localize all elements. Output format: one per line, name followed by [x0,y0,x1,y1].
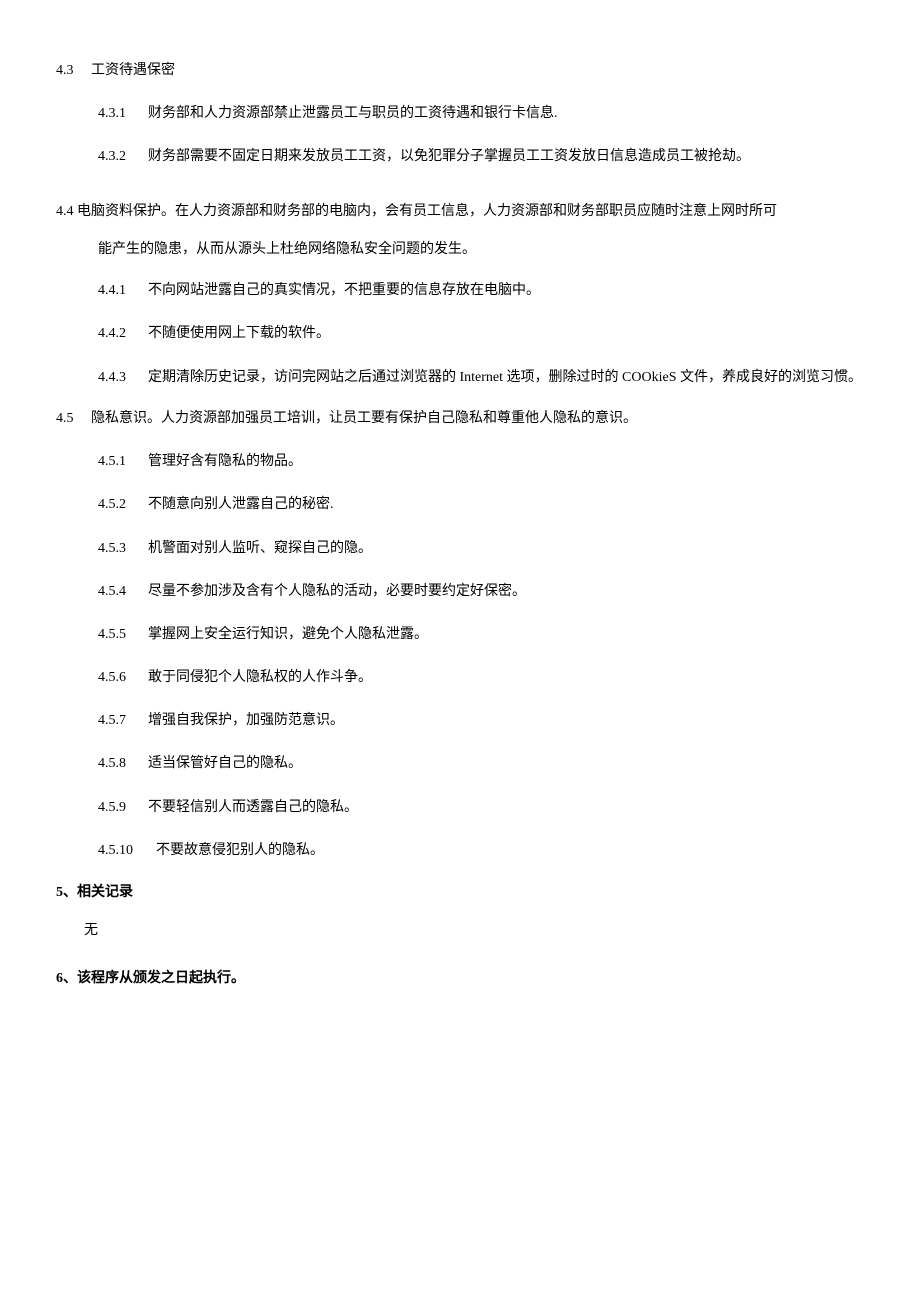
item-text: 不要故意侵犯别人的隐私。 [156,838,864,863]
item-text: 财务部和人力资源部禁止泄露员工与职员的工资待遇和银行卡信息. [148,101,864,126]
item-text: 掌握网上安全运行知识，避免个人隐私泄露。 [148,622,864,647]
item-number: 4.5.2 [98,492,148,517]
section-text-a: 电脑资料保护。在人力资源部和财务部的电脑内，会有员工信息，人力资源部和财务部职员… [77,204,777,219]
item-number: 4.5.4 [98,579,148,604]
section-4-4-line1: 4.4 电脑资料保护。在人力资源部和财务部的电脑内，会有员工信息，人力资源部和财… [56,198,864,226]
item-number: 4.3.2 [98,144,148,169]
item-4-5-5: 4.5.5 掌握网上安全运行知识，避免个人隐私泄露。 [56,622,864,647]
item-text: 适当保管好自己的隐私。 [148,751,864,776]
item-number: 4.4.3 [98,364,148,392]
item-number: 4.5.3 [98,536,148,561]
section-number: 4.4 [56,204,74,219]
item-4-4-3: 4.4.3 定期清除历史记录，访问完网站之后通过浏览器的 Internet 选项… [56,364,864,392]
item-text: 不向网站泄露自己的真实情况，不把重要的信息存放在电脑中。 [148,278,864,303]
section-number: 4.3 [56,63,74,78]
item-4-5-3: 4.5.3 机警面对别人监听、窥探自己的隐。 [56,536,864,561]
item-4-5-10: 4.5.10 不要故意侵犯别人的隐私。 [56,838,864,863]
item-4-5-8: 4.5.8 适当保管好自己的隐私。 [56,751,864,776]
section-title: 工资待遇保密 [91,63,175,78]
item-4-4-2: 4.4.2 不随便使用网上下载的软件。 [56,321,864,346]
section-title: 隐私意识。人力资源部加强员工培训，让员工要有保护自己隐私和尊重他人隐私的意识。 [91,411,637,426]
item-4-5-9: 4.5.9 不要轻信别人而透露自己的隐私。 [56,795,864,820]
section-4-5-heading: 4.5 隐私意识。人力资源部加强员工培训，让员工要有保护自己隐私和尊重他人隐私的… [56,406,864,431]
item-number: 4.3.1 [98,101,148,126]
section-4-4-line2: 能产生的隐患，从而从源头上杜绝网络隐私安全问题的发生。 [56,236,864,264]
item-text: 不要轻信别人而透露自己的隐私。 [148,795,864,820]
item-text: 敢于同侵犯个人隐私权的人作斗争。 [148,665,864,690]
item-text: 管理好含有隐私的物品。 [148,449,864,474]
section-6-heading: 6、该程序从颁发之日起执行。 [56,967,864,987]
item-4-3-2: 4.3.2 财务部需要不固定日期来发放员工工资，以免犯罪分子掌握员工工资发放日信… [56,144,864,169]
item-number: 4.5.5 [98,622,148,647]
item-number: 4.4.2 [98,321,148,346]
item-4-5-6: 4.5.6 敢于同侵犯个人隐私权的人作斗争。 [56,665,864,690]
item-number: 4.5.8 [98,751,148,776]
item-text: 尽量不参加涉及含有个人隐私的活动，必要时要约定好保密。 [148,579,864,604]
section-4-3-heading: 4.3 工资待遇保密 [56,58,864,83]
item-4-5-2: 4.5.2 不随意向别人泄露自己的秘密. [56,492,864,517]
section-number: 4.5 [56,411,74,426]
item-number: 4.5.6 [98,665,148,690]
item-4-5-4: 4.5.4 尽量不参加涉及含有个人隐私的活动，必要时要约定好保密。 [56,579,864,604]
item-number: 4.5.9 [98,795,148,820]
item-text: 定期清除历史记录，访问完网站之后通过浏览器的 Internet 选项，删除过时的… [148,364,864,392]
item-4-5-7: 4.5.7 增强自我保护，加强防范意识。 [56,708,864,733]
item-4-4-1: 4.4.1 不向网站泄露自己的真实情况，不把重要的信息存放在电脑中。 [56,278,864,303]
item-number: 4.5.1 [98,449,148,474]
item-number: 4.5.7 [98,708,148,733]
item-4-5-1: 4.5.1 管理好含有隐私的物品。 [56,449,864,474]
section-5-heading: 5、相关记录 [56,881,864,901]
section-5-body: 无 [56,919,864,939]
item-number: 4.4.1 [98,278,148,303]
item-4-3-1: 4.3.1 财务部和人力资源部禁止泄露员工与职员的工资待遇和银行卡信息. [56,101,864,126]
item-text: 不随意向别人泄露自己的秘密. [148,492,864,517]
item-text: 增强自我保护，加强防范意识。 [148,708,864,733]
item-text: 不随便使用网上下载的软件。 [148,321,864,346]
item-number: 4.5.10 [98,838,156,863]
item-text: 财务部需要不固定日期来发放员工工资，以免犯罪分子掌握员工工资发放日信息造成员工被… [148,144,864,169]
section-4-4: 4.4 电脑资料保护。在人力资源部和财务部的电脑内，会有员工信息，人力资源部和财… [56,198,864,264]
item-text: 机警面对别人监听、窥探自己的隐。 [148,536,864,561]
